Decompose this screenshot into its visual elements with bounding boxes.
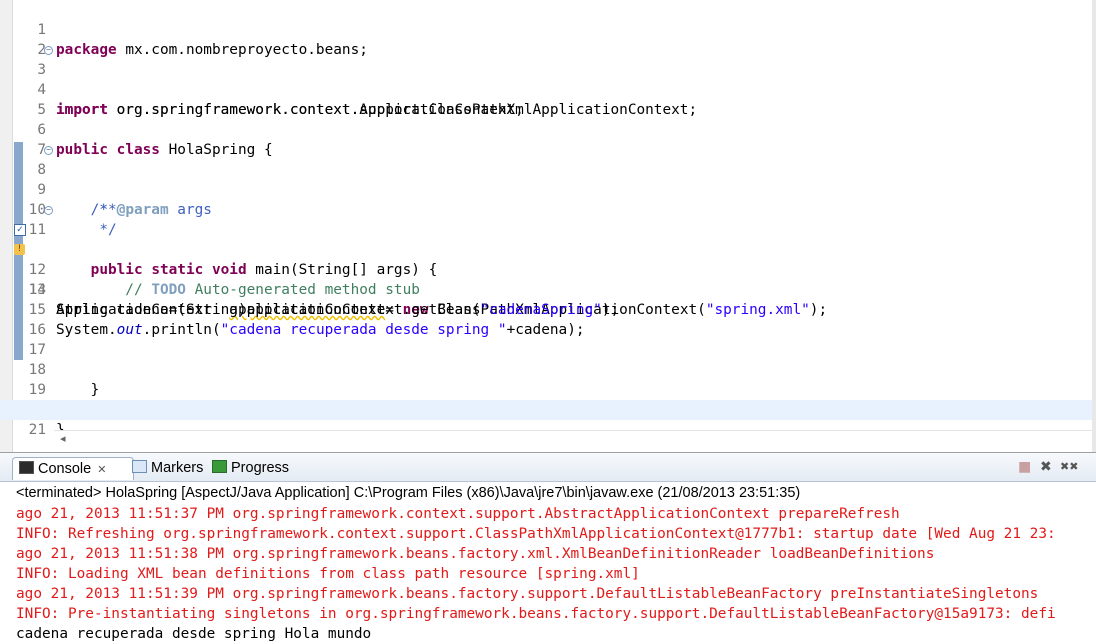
tab-markers[interactable]: Markers (132, 457, 203, 479)
code-line: ✓ 12 // TODO Auto-generated method stub (0, 220, 1096, 298)
code-line: 7 (0, 120, 1096, 158)
vertical-scrollbar[interactable] (1092, 0, 1096, 452)
console-output-line: INFO: Refreshing org.springframework.con… (16, 526, 1056, 542)
code-editor[interactable]: 1 package mx.com.nombreproyecto.beans; 2… (0, 0, 1096, 452)
code-line: 5 (0, 80, 1096, 118)
scroll-left-icon[interactable]: ◂ (60, 431, 66, 447)
code-line: 6 public class HolaSpring { (0, 100, 1096, 158)
markers-icon (132, 460, 147, 473)
code-line: 1 package mx.com.nombreproyecto.beans; (0, 0, 1096, 58)
console-output-line: INFO: Pre-instantiating singletons in or… (16, 606, 1056, 622)
code-line: 8 − /** (0, 140, 1096, 219)
console-icon (19, 461, 34, 474)
code-line: 17 (0, 320, 1096, 358)
code-line: 3 − import org.springframework.context.A… (0, 40, 1096, 119)
console-view: Console ✕ Markers Progress ■ ✖ ✖✖ <termin… (0, 452, 1096, 644)
current-code-line[interactable]: 21 (0, 400, 1096, 440)
warning-marker-icon[interactable]: ! (14, 244, 25, 255)
tab-console[interactable]: Console ✕ (12, 457, 134, 480)
code-line: 14 String cadena=(String)applicationCont… (0, 260, 1096, 318)
tab-label: Console (38, 461, 92, 477)
console-description: <terminated> HolaSpring [AspectJ/Java Ap… (16, 485, 801, 501)
code-line: 18 } (0, 340, 1096, 398)
code-line: 10 */ (0, 180, 1096, 238)
progress-icon (212, 460, 227, 473)
console-output-line: INFO: Loading XML bean definitions from … (16, 566, 640, 582)
tab-label: Markers (151, 460, 204, 476)
code-line: 4 import org.springframework.context.sup… (0, 60, 1096, 118)
code-line: ! 13 ApplicationContext applicationConte… (0, 240, 1096, 318)
console-output-line: cadena recuperada desde spring Hola mund… (16, 626, 372, 642)
terminate-button[interactable]: ■ (1018, 459, 1031, 475)
code-line: 20 } (0, 380, 1096, 438)
code-line: 2 (0, 20, 1096, 58)
code-line: 15 System.out.println("cadena recuperada… (0, 280, 1096, 338)
horizontal-scrollbar[interactable]: ◂ (54, 430, 1096, 447)
fold-collapse-icon[interactable]: − (44, 146, 53, 155)
tab-label: Progress (231, 460, 290, 476)
code-line: 9 * @param args (0, 160, 1096, 218)
line-number: 21 (24, 420, 46, 440)
code-line: 16 (0, 300, 1096, 338)
console-output-line: ago 21, 2013 11:51:37 PM org.springframe… (16, 506, 900, 522)
remove-launch-button[interactable]: ✖ (1040, 459, 1052, 475)
fold-collapse-icon[interactable]: − (44, 46, 53, 55)
close-icon[interactable]: ✕ (97, 464, 106, 476)
code-line: 19 (0, 360, 1096, 398)
view-tab-bar: Console ✕ Markers Progress ■ ✖ ✖✖ (0, 453, 1096, 482)
code-line: 11 − public static void main(String[] ar… (0, 200, 1096, 279)
fold-collapse-icon[interactable]: − (44, 206, 53, 215)
task-marker-icon[interactable]: ✓ (14, 224, 26, 236)
remove-all-terminated-button[interactable]: ✖✖ (1060, 459, 1078, 475)
console-output-line: ago 21, 2013 11:51:38 PM org.springframe… (16, 546, 935, 562)
tab-progress[interactable]: Progress (212, 457, 289, 479)
console-output-line: ago 21, 2013 11:51:39 PM org.springframe… (16, 586, 1039, 602)
